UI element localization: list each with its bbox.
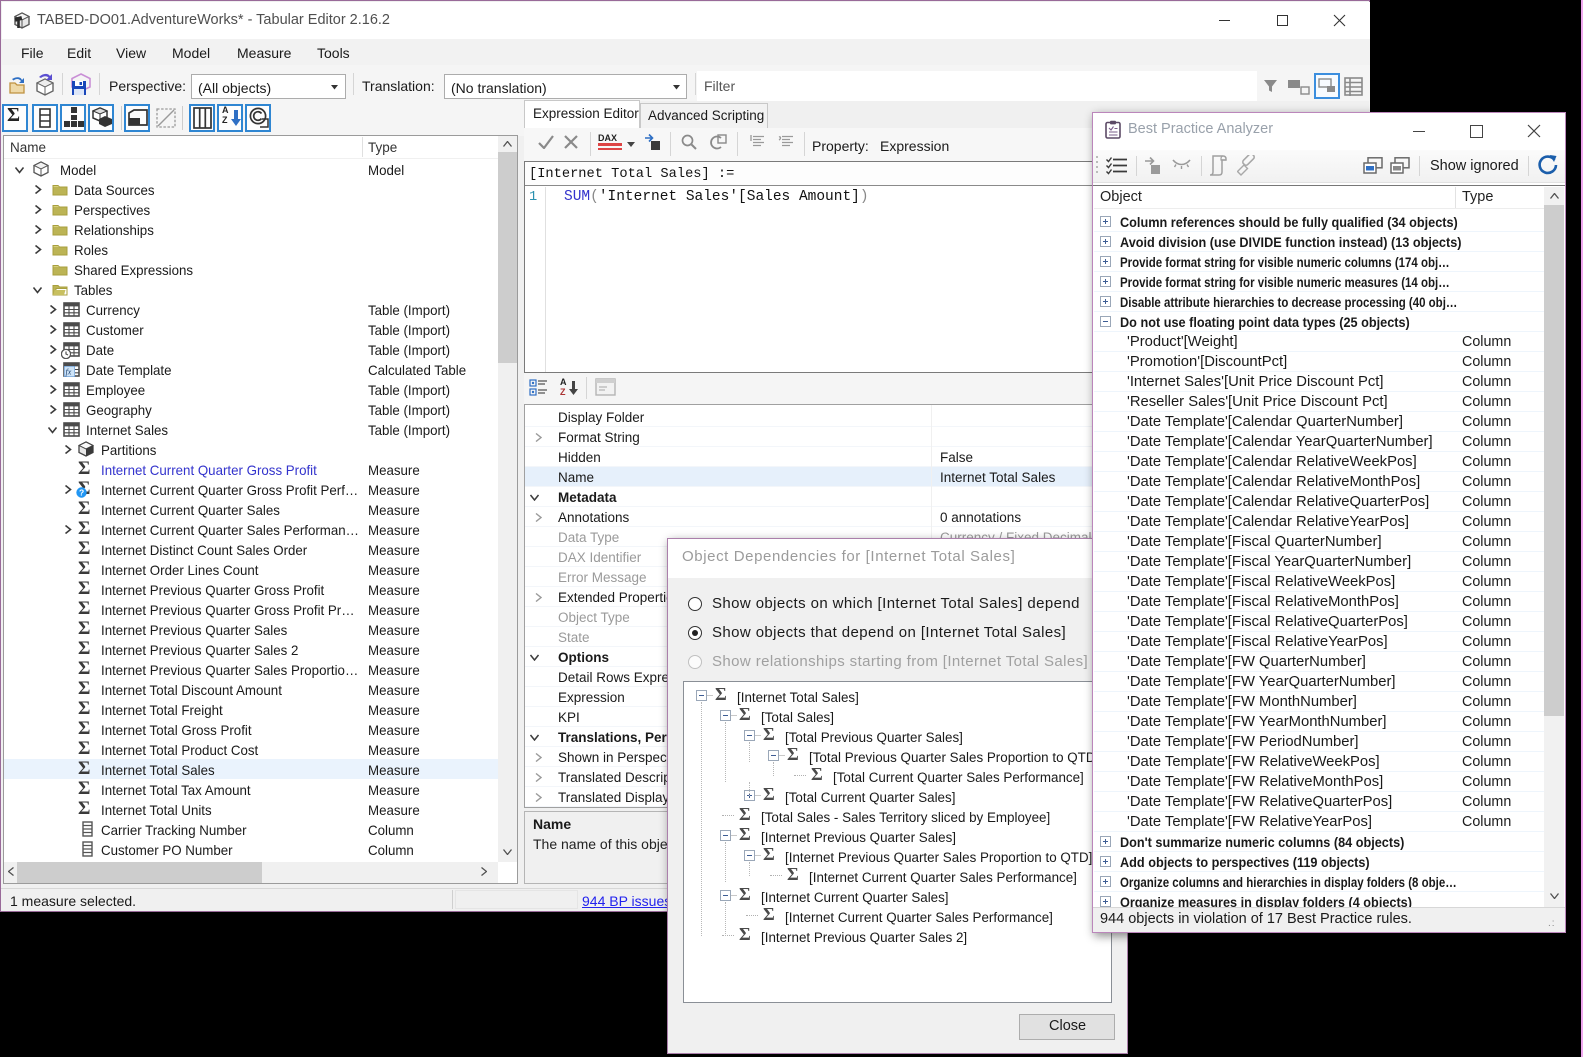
svg-text:fx: fx [66,368,72,377]
svg-text:?: ? [79,488,84,498]
